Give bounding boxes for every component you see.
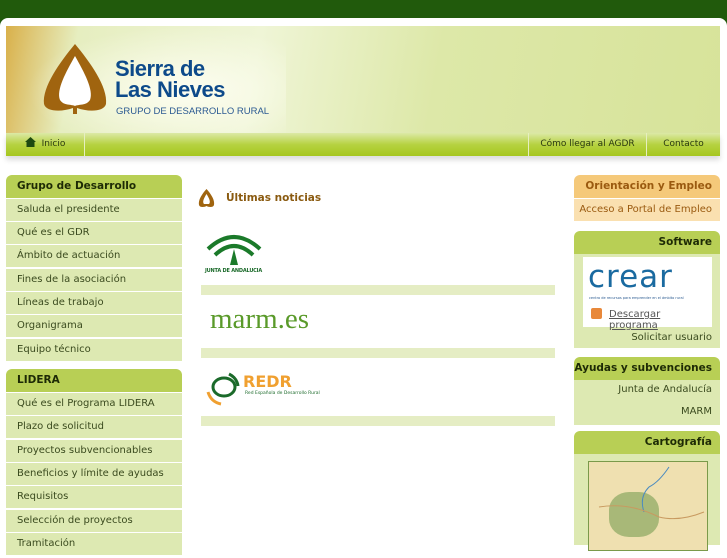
download-icon <box>591 308 602 319</box>
portal-empleo-link[interactable]: Acceso a Portal de Empleo <box>579 204 712 215</box>
menu-item[interactable]: Selección de proyectos <box>6 510 182 532</box>
menu-item[interactable]: Fines de la asociación <box>6 269 182 291</box>
menu-item[interactable]: Requisitos <box>6 486 182 508</box>
junta-logo-text: JUNTA DE ANDALUCIA <box>205 268 262 274</box>
main-nav: Inicio Cómo llegar al AGDR Contacto <box>6 133 720 156</box>
home-icon <box>24 137 36 147</box>
menu-item[interactable]: Tramitación <box>6 533 182 555</box>
menu-item[interactable]: Saluda el presidente <box>6 199 182 221</box>
nav-como-llegar[interactable]: Cómo llegar al AGDR <box>528 133 646 156</box>
redr-leaf-icon <box>206 372 240 406</box>
map-thumbnail[interactable] <box>588 461 708 551</box>
tree-icon <box>198 189 215 207</box>
junta-andalucia-logo[interactable]: JUNTA DE ANDALUCIA <box>205 231 263 275</box>
redr-logo-subtext: Red Española de Desarrollo Rural <box>245 391 320 396</box>
tree-logo-icon <box>43 44 107 114</box>
junta-arches-icon <box>206 235 262 265</box>
download-link[interactable]: Descargar programa <box>609 309 712 331</box>
site-header: Sierra de Las Nieves GRUPO DE DESARROLLO … <box>6 26 720 133</box>
menu-item[interactable]: Líneas de trabajo <box>6 292 182 314</box>
crear-logo: crear <box>588 259 673 295</box>
brand-subtitle: GRUPO DE DESARROLLO RURAL <box>116 106 270 117</box>
section-header-grupo: Grupo de Desarrollo <box>6 175 182 198</box>
redr-logo[interactable]: REDR Red Española de Desarrollo Rural <box>205 372 335 408</box>
cartografia-box <box>574 454 720 551</box>
brand-line2: Las Nieves <box>115 77 225 102</box>
menu-item[interactable]: Ámbito de actuación <box>6 245 182 267</box>
menu-item[interactable]: Qué es el Programa LIDERA <box>6 393 182 415</box>
ayudas-header: Ayudas y subvenciones <box>574 357 720 380</box>
news-divider <box>201 348 555 358</box>
menu-item[interactable]: Proyectos subvencionables <box>6 440 182 462</box>
menu-item[interactable]: Organigrama <box>6 315 182 337</box>
nav-contacto[interactable]: Contacto <box>646 133 720 156</box>
software-box: crear centro de recursos para emprender … <box>574 254 720 348</box>
brand-name: Sierra de Las Nieves <box>115 56 225 102</box>
section-header-lidera: LIDERA <box>6 369 182 392</box>
junta-link[interactable]: Junta de Andalucía <box>618 384 712 395</box>
crear-subtitle: centro de recursos para emprender en el … <box>589 296 684 300</box>
menu-item[interactable]: Qué es el GDR <box>6 222 182 244</box>
news-title: Últimas noticias <box>226 192 322 204</box>
software-header: Software <box>574 231 720 254</box>
nav-inicio[interactable]: Inicio <box>6 133 85 156</box>
cartografia-header: Cartografía <box>574 431 720 454</box>
marm-logo[interactable]: marm.es <box>210 303 309 336</box>
ayudas-box: Junta de Andalucía MARM <box>574 380 720 425</box>
crear-panel: crear centro de recursos para emprender … <box>583 257 712 331</box>
news-divider <box>201 416 555 426</box>
empleo-box: Acceso a Portal de Empleo <box>574 199 720 221</box>
menu-item[interactable]: Beneficios y límite de ayudas <box>6 463 182 485</box>
nav-inicio-label: Inicio <box>41 139 66 149</box>
menu-item[interactable]: Plazo de solicitud <box>6 416 182 438</box>
menu-item[interactable]: Equipo técnico <box>6 339 182 361</box>
redr-logo-text: REDR <box>243 372 292 391</box>
solicitar-usuario-link[interactable]: Solicitar usuario <box>631 332 712 343</box>
map-rivers-icon <box>598 466 705 520</box>
news-divider <box>201 285 555 295</box>
brand-line1: Sierra de <box>115 56 205 81</box>
empleo-header: Orientación y Empleo <box>574 175 720 198</box>
marm-link[interactable]: MARM <box>681 406 712 417</box>
